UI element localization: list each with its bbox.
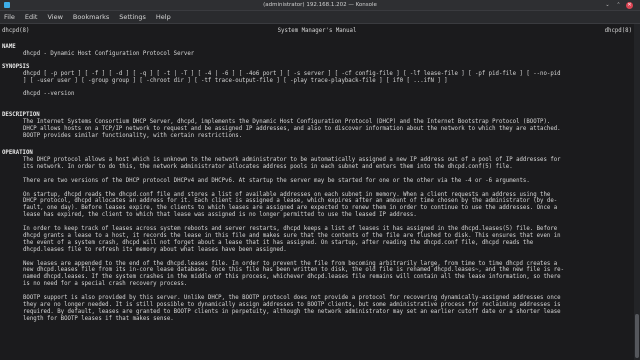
operation-line: New leases are appended to the end of th… <box>23 260 558 267</box>
scrollbar-thumb[interactable] <box>635 314 639 358</box>
operation-line: new dhcpd.leases file from its in-core l… <box>23 267 565 274</box>
operation-line: its network. In order to do this, the ne… <box>23 163 513 170</box>
menu-edit[interactable]: Edit <box>20 13 43 21</box>
name-text: dhcpd - Dynamic Host Configuration Proto… <box>23 51 195 57</box>
section-operation: OPERATION <box>2 150 33 156</box>
operation-line: they are no longer needed. It is still p… <box>23 301 561 308</box>
menu-bookmarks[interactable]: Bookmarks <box>68 13 114 21</box>
operation-line: In order to keep track of leases across … <box>23 226 558 232</box>
description-line: DHCP allows hosts on a TCP/IP network to… <box>23 126 561 132</box>
menu-file[interactable]: File <box>0 13 20 21</box>
operation-line: The DHCP protocol allows a host which is… <box>23 157 561 163</box>
operation-line: BOOTP support is also provided by this s… <box>23 295 561 301</box>
konsole-app-icon <box>4 2 10 8</box>
synopsis-line: dhcpd [ -p port ] [ -f ] [ -d ] [ -q ] [… <box>23 71 561 77</box>
section-name: NAME <box>2 44 16 50</box>
operation-line: length for BOOTP leases if that makes se… <box>23 315 174 322</box>
operation-line: There are two versions of the DHCP proto… <box>23 177 530 184</box>
man-header-right: dhcpd(8) <box>604 28 632 34</box>
operation-line: named dhcpd.leases. If the system crashe… <box>23 274 561 281</box>
operation-line: is no need for a special crash recovery … <box>23 281 188 288</box>
terminal-scrollbar[interactable] <box>634 24 640 360</box>
man-header-center: System Manager's Manual <box>277 28 357 34</box>
description-line: The Internet Systems Consortium DHCP Ser… <box>23 119 551 125</box>
operation-line: dhcpd grants a lease to a host, it recor… <box>23 232 561 239</box>
operation-line: DHCP protocol, dhcpd allocates an addres… <box>23 198 558 205</box>
window-title: (administrator) 192.168.1.202 — Konsole <box>263 2 377 8</box>
operation-line: lease has expired, the client to which t… <box>23 212 417 219</box>
menu-settings[interactable]: Settings <box>114 13 151 21</box>
menu-bar: File Edit View Bookmarks Settings Help <box>0 11 640 24</box>
description-line: BOOTP provides similar functionality, wi… <box>23 133 243 139</box>
operation-line: the event of a system crash, dhcpd will … <box>23 239 534 246</box>
synopsis-line: ] [ -user user ] [ -group group ] [ -chr… <box>23 77 448 84</box>
window-titlebar[interactable]: (administrator) 192.168.1.202 — Konsole … <box>0 0 640 11</box>
minimize-icon[interactable]: ⌄ <box>604 2 611 9</box>
operation-line: On startup, dhcpd reads the dhcpd.conf f… <box>23 191 551 198</box>
menu-view[interactable]: View <box>42 13 67 21</box>
operation-line: dhcpd.leases file to refresh its memory … <box>23 246 287 253</box>
maximize-icon[interactable]: ⌃ <box>615 2 622 9</box>
menu-help[interactable]: Help <box>151 13 176 21</box>
operation-line: fault, one day). Before leases expire, t… <box>23 205 558 212</box>
section-description: DESCRIPTION <box>2 112 40 118</box>
operation-line: required. By default, leases are granted… <box>23 308 561 315</box>
synopsis-line: dhcpd --version <box>23 91 75 98</box>
close-icon[interactable]: ✕ <box>626 1 633 9</box>
section-synopsis: SYNOPSIS <box>2 64 30 70</box>
